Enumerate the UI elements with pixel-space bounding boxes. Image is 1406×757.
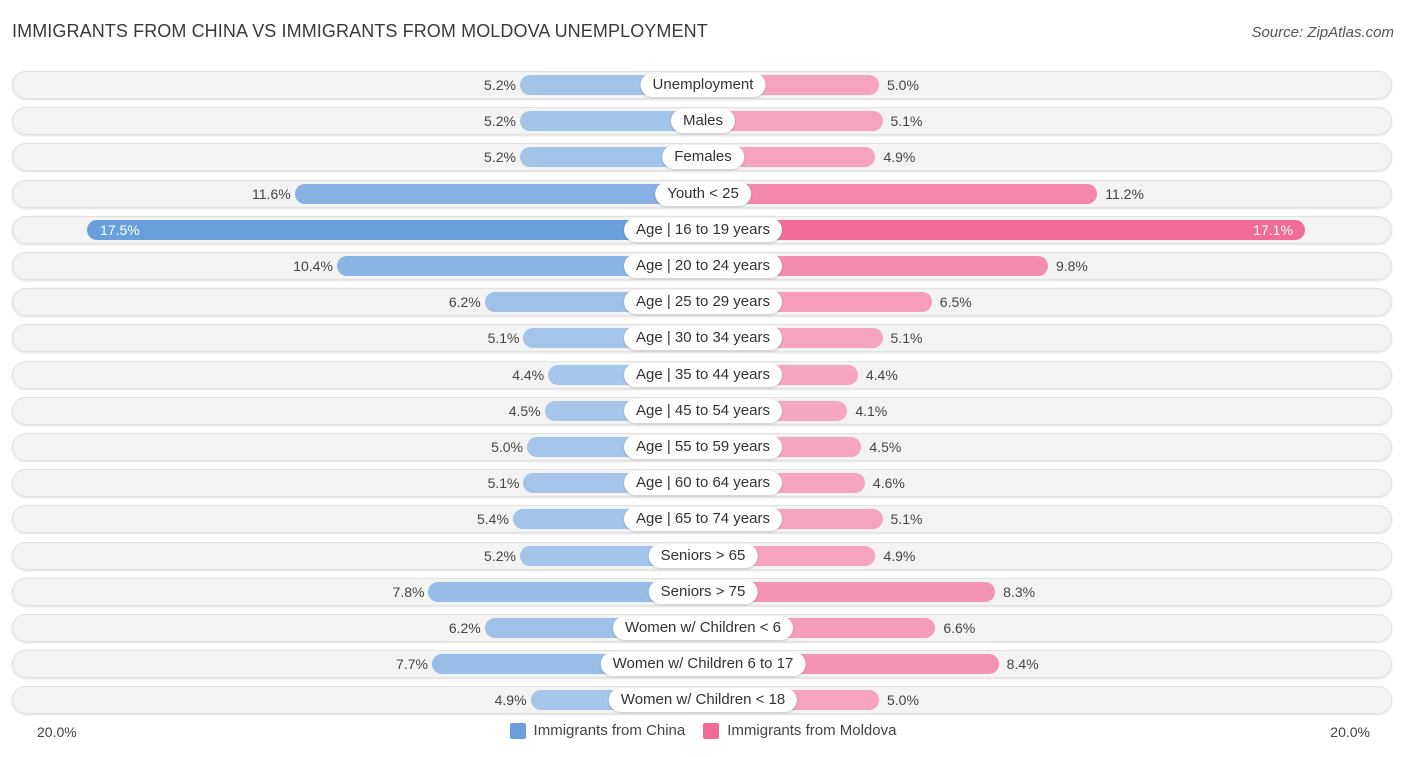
value-label-moldova: 5.1% bbox=[890, 511, 923, 528]
value-label-china: 4.4% bbox=[512, 366, 545, 383]
value-label-china: 5.2% bbox=[484, 149, 516, 166]
diverging-bar-chart: 5.2% 5.0% Unemployment 5.2% 5.1% Males 5.2% 4.9… bbox=[0, 0, 1406, 757]
category-label: Women w/ Children < 18 bbox=[608, 688, 798, 713]
bar-china[interactable] bbox=[87, 219, 703, 240]
category-label: Seniors > 65 bbox=[648, 543, 758, 568]
value-label-china: 5.2% bbox=[484, 547, 516, 564]
value-label-moldova: 11.2% bbox=[1105, 185, 1144, 202]
category-label: Women w/ Children 6 to 17 bbox=[600, 652, 806, 677]
category-label: Age | 35 to 44 years bbox=[624, 362, 782, 387]
value-label-moldova: 4.4% bbox=[865, 366, 898, 383]
bar-moldova[interactable] bbox=[703, 183, 1098, 204]
legend-label-moldova: Immigrants from Moldova bbox=[727, 722, 897, 739]
value-label-china: 5.2% bbox=[484, 77, 516, 93]
category-label: Age | 20 to 24 years bbox=[624, 254, 782, 278]
value-label-china: 7.8% bbox=[392, 583, 425, 600]
category-label: Females bbox=[662, 145, 744, 170]
category-label: Age | 16 to 19 years bbox=[624, 217, 782, 242]
value-label-moldova: 8.4% bbox=[1006, 656, 1039, 673]
value-label-china: 10.4% bbox=[293, 258, 333, 274]
value-label-china: 5.1% bbox=[487, 475, 520, 492]
value-label-china: 5.1% bbox=[487, 330, 520, 347]
bar-moldova[interactable] bbox=[703, 219, 1305, 240]
value-label-moldova: 6.5% bbox=[939, 294, 972, 311]
value-label-china: 4.5% bbox=[508, 402, 541, 419]
category-label: Males bbox=[670, 109, 736, 134]
bar-china[interactable] bbox=[294, 183, 703, 204]
category-label: Age | 60 to 64 years bbox=[624, 471, 782, 496]
value-label-moldova: 4.5% bbox=[869, 439, 902, 455]
category-label: Age | 25 to 29 years bbox=[624, 290, 782, 315]
value-label-china: 6.2% bbox=[448, 620, 481, 636]
value-label-moldova: 4.9% bbox=[883, 149, 916, 166]
value-label-moldova: 4.6% bbox=[872, 475, 905, 492]
category-label: Age | 30 to 34 years bbox=[624, 326, 782, 351]
value-label-moldova: 17.1% bbox=[1253, 221, 1293, 238]
value-label-moldova: 6.6% bbox=[943, 620, 976, 636]
category-label: Unemployment bbox=[640, 73, 766, 97]
value-label-moldova: 4.1% bbox=[855, 402, 888, 419]
value-label-china: 5.0% bbox=[491, 439, 523, 455]
value-label-china: 17.5% bbox=[100, 221, 140, 238]
category-label: Youth < 25 bbox=[655, 181, 751, 206]
category-label: Age | 55 to 59 years bbox=[624, 435, 782, 459]
value-label-moldova: 5.1% bbox=[890, 330, 923, 347]
value-label-moldova: 4.9% bbox=[883, 547, 916, 564]
category-label: Age | 65 to 74 years bbox=[624, 507, 782, 532]
value-label-china: 5.2% bbox=[484, 113, 516, 130]
value-label-china: 5.4% bbox=[477, 511, 509, 528]
category-label: Age | 45 to 54 years bbox=[624, 398, 782, 423]
legend-item-moldova[interactable]: Immigrants from Moldova bbox=[703, 722, 896, 739]
legend-swatch-moldova bbox=[703, 722, 720, 739]
value-label-moldova: 5.0% bbox=[887, 77, 919, 93]
value-label-china: 11.6% bbox=[252, 185, 291, 202]
category-label: Seniors > 75 bbox=[648, 579, 758, 604]
value-label-china: 7.7% bbox=[396, 656, 428, 673]
value-label-moldova: 5.1% bbox=[890, 113, 923, 130]
category-label: Women w/ Children < 6 bbox=[612, 616, 794, 640]
value-label-china: 6.2% bbox=[448, 294, 481, 311]
value-label-moldova: 9.8% bbox=[1055, 258, 1088, 274]
legend-swatch-china bbox=[509, 722, 526, 739]
value-label-moldova: 5.0% bbox=[887, 692, 919, 709]
legend-label-china: Immigrants from China bbox=[533, 722, 686, 739]
legend-item-china[interactable]: Immigrants from China bbox=[509, 722, 686, 739]
legend: Immigrants from China Immigrants from Mo… bbox=[0, 722, 1406, 739]
value-label-china: 4.9% bbox=[494, 692, 527, 709]
value-label-moldova: 8.3% bbox=[1003, 583, 1036, 600]
